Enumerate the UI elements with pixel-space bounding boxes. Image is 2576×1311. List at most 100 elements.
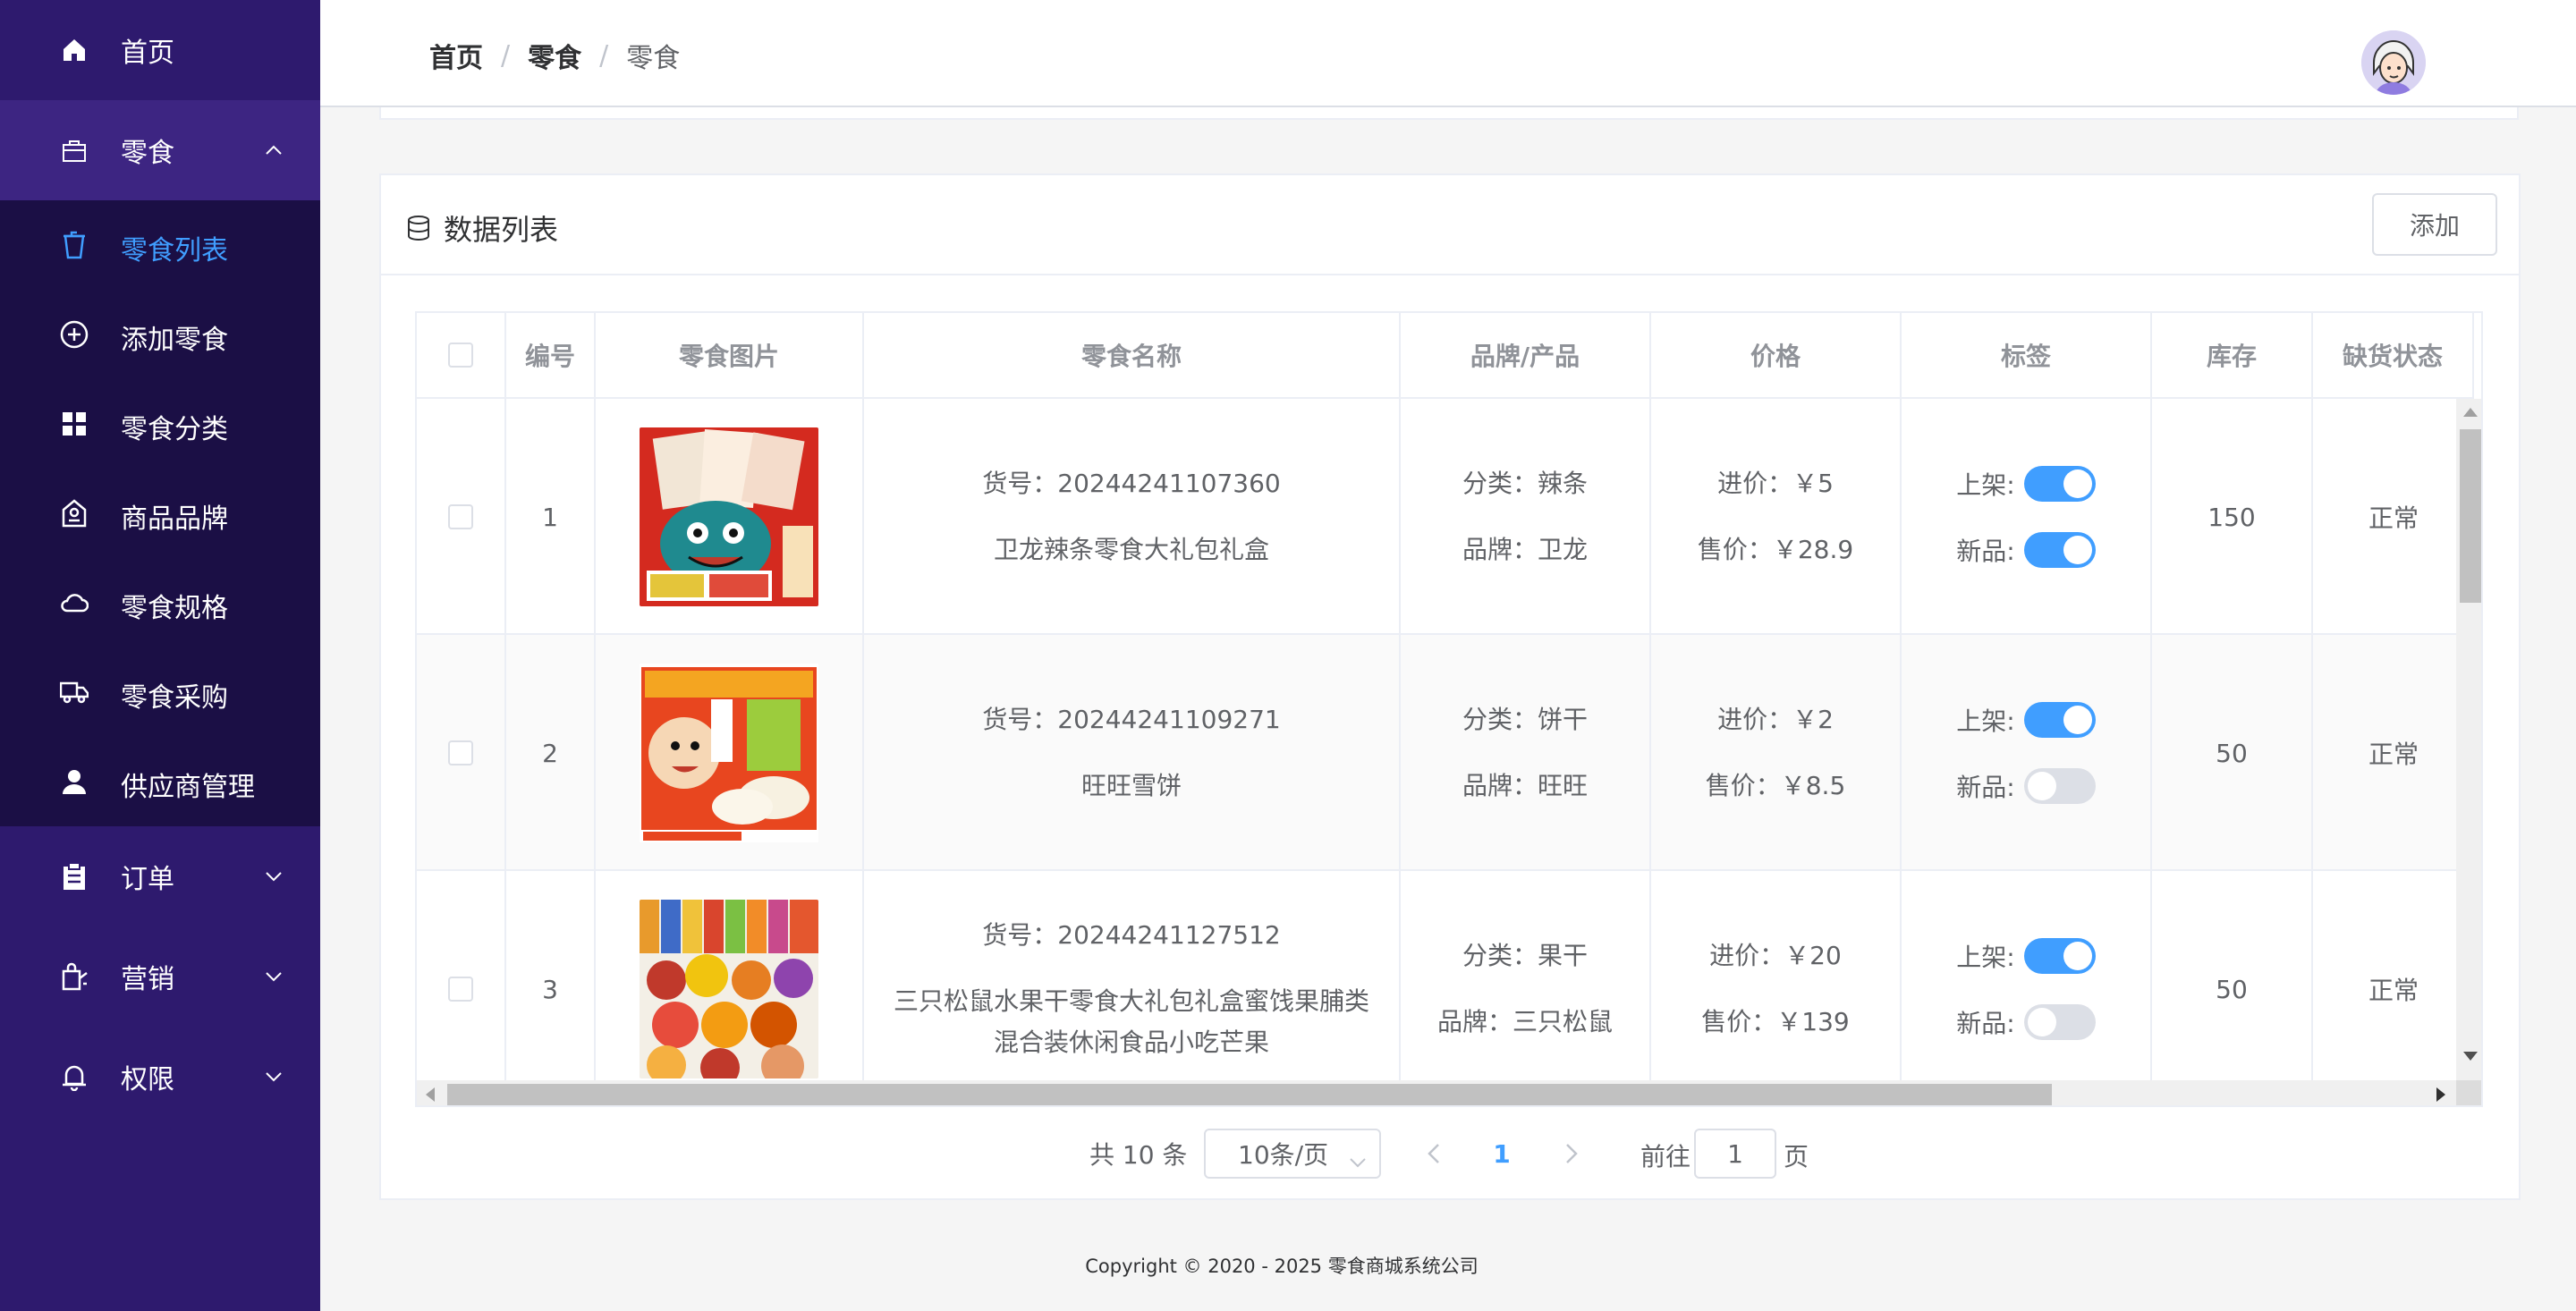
- chevron-down-icon: [263, 866, 284, 887]
- sidebar-item-label: 零食列表: [121, 235, 228, 266]
- column-header[interactable]: 库存: [2152, 313, 2313, 399]
- on-shelf-switch[interactable]: [2023, 702, 2096, 738]
- image-cell: [596, 871, 864, 1105]
- on-shelf-switch[interactable]: [2023, 938, 2096, 974]
- id-cell: 3: [506, 871, 596, 1105]
- select-all-checkbox[interactable]: [448, 343, 473, 368]
- sale-price-text: 售价：￥8.5: [1705, 771, 1846, 800]
- snack-table: 编号 零食图片 零食名称 品牌/产品 价格 标签 库存 缺货状态 1 货号：20…: [415, 311, 2483, 1107]
- sidebar-item-supplier[interactable]: 供应商管理: [0, 737, 320, 826]
- goto-page-input[interactable]: [1694, 1129, 1776, 1179]
- chevron-up-icon: [263, 140, 284, 161]
- avatar[interactable]: [2361, 30, 2426, 95]
- vertical-scrollbar[interactable]: [2456, 399, 2481, 1080]
- sidebar-item-category[interactable]: 零食分类: [0, 379, 320, 469]
- breadcrumb-snacks[interactable]: 零食: [528, 36, 581, 75]
- product-image[interactable]: [640, 664, 818, 842]
- breadcrumb-home[interactable]: 首页: [429, 36, 483, 75]
- prev-page-button[interactable]: [1420, 1138, 1447, 1170]
- cup-icon: [59, 230, 89, 260]
- stock-status: 正常: [2368, 976, 2419, 1005]
- vertical-scroll-thumb[interactable]: [2460, 429, 2481, 603]
- scroll-up-arrow-icon[interactable]: [2463, 408, 2478, 417]
- add-button[interactable]: 添加: [2372, 193, 2497, 256]
- sidebar-item-spec[interactable]: 零食规格: [0, 558, 320, 647]
- user-icon: [59, 766, 89, 797]
- stock-cell: 150: [2152, 399, 2313, 635]
- row-checkbox[interactable]: [448, 504, 473, 529]
- price-cell: 进价：￥2 售价：￥8.5: [1651, 635, 1902, 871]
- product-image[interactable]: [640, 427, 818, 606]
- next-page-button[interactable]: [1558, 1138, 1585, 1170]
- column-header[interactable]: 标签: [1902, 313, 2152, 399]
- new-product-switch[interactable]: [2023, 1004, 2096, 1040]
- sidebar-item-label: 零食: [121, 138, 174, 169]
- sidebar-item-add-snack[interactable]: 添加零食: [0, 290, 320, 379]
- scroll-left-arrow-icon[interactable]: [426, 1087, 435, 1102]
- card-header: 数据列表 添加: [381, 175, 2519, 275]
- product-name-line-1: 三只松鼠水果干零食大礼包礼盒蜜饯果脯类: [893, 986, 1369, 1016]
- sidebar-item-label: 营销: [121, 964, 174, 995]
- page-number-current[interactable]: 1: [1488, 1138, 1515, 1170]
- row-id: 2: [542, 738, 558, 768]
- breadcrumb-current: 零食: [626, 43, 681, 74]
- name-cell: 货号：20244241109271 旺旺雪饼: [864, 635, 1401, 871]
- sidebar-item-permissions[interactable]: 权限: [0, 1027, 320, 1127]
- row-checkbox[interactable]: [448, 977, 473, 1002]
- table-row[interactable]: 2 货号：20244241109271 旺旺雪饼 分类：饼干 品牌：旺旺 进价：…: [417, 635, 2456, 871]
- new-product-switch[interactable]: [2023, 532, 2096, 568]
- price-cell: 进价：￥20 售价：￥139: [1651, 871, 1902, 1105]
- column-header[interactable]: 缺货状态: [2313, 313, 2474, 399]
- column-header[interactable]: 编号: [506, 313, 596, 399]
- sidebar-item-snacks[interactable]: 零食: [0, 100, 320, 200]
- stock-status: 正常: [2368, 740, 2419, 769]
- goto-suffix: 页: [1784, 1142, 1809, 1171]
- column-header[interactable]: 零食图片: [596, 313, 864, 399]
- breadcrumb-separator: /: [599, 39, 609, 72]
- table-row[interactable]: 1 货号：20244241107360 卫龙辣条零食大礼包礼盒 分类：辣条 品牌…: [417, 399, 2456, 635]
- breadcrumb: 首页 / 零食 / 零食: [429, 36, 680, 75]
- tags-cell: 上架: 新品:: [1902, 399, 2152, 635]
- category-text: 分类：辣条: [1462, 469, 1588, 498]
- horizontal-scroll-thumb[interactable]: [447, 1084, 2052, 1105]
- scroll-right-arrow-icon[interactable]: [2436, 1087, 2445, 1102]
- status-cell: 正常: [2313, 871, 2474, 1105]
- stock-value: 50: [2216, 738, 2248, 768]
- sidebar-item-snack-list[interactable]: 零食列表: [0, 200, 320, 290]
- row-checkbox[interactable]: [448, 740, 473, 765]
- on-shelf-switch[interactable]: [2023, 466, 2096, 502]
- horizontal-scrollbar[interactable]: [417, 1080, 2456, 1105]
- new-product-switch[interactable]: [2023, 768, 2096, 804]
- status-cell: 正常: [2313, 399, 2474, 635]
- sku-text: 货号：20244241127512: [982, 920, 1281, 950]
- grid-icon: [59, 409, 89, 439]
- name-cell: 货号：20244241107360 卫龙辣条零食大礼包礼盒: [864, 399, 1401, 635]
- home-icon: [59, 35, 89, 65]
- row-select-cell: [417, 635, 506, 871]
- product-image[interactable]: [640, 900, 818, 1078]
- column-header[interactable]: 价格: [1651, 313, 1902, 399]
- card-title: 数据列表: [406, 207, 558, 249]
- id-cell: 1: [506, 399, 596, 635]
- column-header[interactable]: 品牌/产品: [1401, 313, 1651, 399]
- row-select-cell: [417, 399, 506, 635]
- sidebar-item-orders[interactable]: 订单: [0, 826, 320, 926]
- id-cell: 2: [506, 635, 596, 871]
- scroll-down-arrow-icon[interactable]: [2463, 1052, 2478, 1061]
- total-count: 共 10 条: [1089, 1140, 1188, 1170]
- column-header[interactable]: 零食名称: [864, 313, 1401, 399]
- brand-text: 品牌：旺旺: [1462, 771, 1588, 800]
- sidebar-item-brand[interactable]: 商品品牌: [0, 469, 320, 558]
- stock-status: 正常: [2368, 503, 2419, 533]
- sidebar-item-purchase[interactable]: 零食采购: [0, 647, 320, 737]
- chevron-down-icon: [1349, 1145, 1367, 1174]
- brand-icon: [59, 498, 89, 529]
- table-row[interactable]: 3 货号：20244241127512 三只松鼠水果干零食大礼包礼盒蜜饯果脯类 …: [417, 871, 2456, 1105]
- goto-label: 前往: [1640, 1142, 1691, 1171]
- sidebar-item-home[interactable]: 首页: [0, 0, 320, 100]
- page-size-select[interactable]: 10条/页: [1204, 1129, 1381, 1179]
- category-text: 分类：饼干: [1462, 705, 1588, 734]
- clipboard-icon: [59, 861, 89, 892]
- new-tag: 新品:: [1956, 1002, 2096, 1043]
- sidebar-item-marketing[interactable]: 营销: [0, 926, 320, 1027]
